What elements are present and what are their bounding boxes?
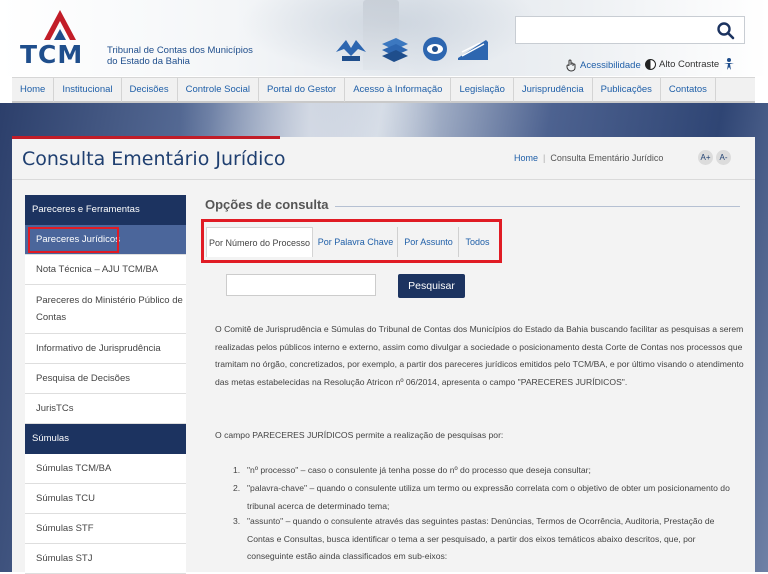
breadcrumb-current: Consulta Ementário Jurídico	[550, 153, 664, 163]
accessibility-label: Acessibilidade	[580, 60, 641, 71]
eye-seal-icon[interactable]	[418, 34, 452, 64]
contrast-icon	[645, 59, 656, 70]
selection-highlight-box	[28, 227, 119, 253]
title-accent-bar	[12, 136, 280, 139]
accessibility-link[interactable]: Acessibilidade	[565, 59, 641, 72]
options-title: Opções de consulta	[205, 197, 329, 212]
sidebar-item-pesquisa-decisoes[interactable]: Pesquisa de Decisões	[25, 364, 186, 394]
options-divider	[335, 206, 740, 207]
process-number-input[interactable]	[226, 274, 376, 296]
accessibility-person-icon[interactable]	[722, 57, 736, 71]
tcm-logo-icon[interactable]	[40, 4, 80, 42]
search-icon[interactable]	[716, 21, 736, 41]
sidebar-item-sumulas-stf[interactable]: Súmulas STF	[25, 514, 186, 544]
search-button[interactable]: Pesquisar	[398, 274, 465, 298]
sidebar-item-sumulas-tcm-ba[interactable]: Súmulas TCM/BA	[25, 454, 186, 484]
breadcrumb-separator: |	[543, 153, 546, 163]
nav-item-portal-do-gestor[interactable]: Portal do Gestor	[259, 78, 346, 102]
high-contrast-toggle[interactable]: Alto Contraste	[645, 59, 719, 70]
search-options-intro: O campo PARECERES JURÍDICOS permite a re…	[215, 430, 504, 440]
hand-pointer-icon	[566, 59, 576, 72]
site-header: TCM Tribunal de Contas dos Municípios do…	[0, 0, 768, 76]
sidebar-item-juristcs[interactable]: JurisTCs	[25, 394, 186, 424]
logo-subtitle-line2: do Estado da Bahia	[107, 56, 190, 67]
main-navigation: Home Institucional Decisões Controle Soc…	[12, 77, 755, 103]
sidebar-item-informativo-jurisprudencia[interactable]: Informativo de Jurisprudência	[25, 334, 186, 364]
font-increase-button[interactable]: A+	[698, 150, 713, 165]
sidebar-item-nota-tecnica[interactable]: Nota Técnica – AJU TCM/BA	[25, 255, 186, 285]
nav-item-contatos[interactable]: Contatos	[661, 78, 716, 102]
sidebar-section-sumulas[interactable]: Súmulas	[25, 424, 186, 454]
nav-item-publicacoes[interactable]: Publicações	[593, 78, 661, 102]
nav-item-decisoes[interactable]: Decisões	[122, 78, 178, 102]
logo-tcm-text[interactable]: TCM	[20, 40, 83, 69]
nav-item-legislacao[interactable]: Legislação	[451, 78, 514, 102]
page-title: Consulta Ementário Jurídico	[22, 148, 286, 170]
title-divider	[12, 179, 755, 180]
book-stack-icon[interactable]	[378, 34, 412, 64]
nav-item-jurisprudencia[interactable]: Jurisprudência	[514, 78, 593, 102]
logo-subtitle-line1: Tribunal de Contas dos Municípios	[107, 45, 253, 56]
sidebar-section-pareceres-ferramentas[interactable]: Pareceres e Ferramentas	[25, 195, 186, 225]
sidebar: Pareceres e Ferramentas Pareceres Jurídi…	[25, 195, 186, 574]
nav-item-home[interactable]: Home	[12, 78, 55, 102]
high-contrast-label: Alto Contraste	[659, 59, 720, 70]
sidebar-item-pareceres-ministerio-publico[interactable]: Pareceres do Ministério Público de Conta…	[25, 285, 186, 334]
list-item-number: 2.	[233, 483, 241, 493]
site-search-box[interactable]	[515, 16, 745, 44]
intro-paragraph: O Comitê de Jurisprudência e Súmulas do …	[215, 324, 744, 387]
tcm-eagle-icon[interactable]	[334, 34, 368, 64]
nav-item-controle-social[interactable]: Controle Social	[178, 78, 260, 102]
nav-item-acesso-a-informacao[interactable]: Acesso à Informação	[345, 78, 452, 102]
nav-item-institucional[interactable]: Institucional	[54, 78, 122, 102]
breadcrumb-home-link[interactable]: Home	[514, 153, 538, 163]
list-item-text: "palavra-chave" – quando o consulente ut…	[247, 483, 730, 511]
sidebar-item-pareceres-juridicos[interactable]: Pareceres Jurídicos	[25, 225, 186, 255]
list-item-number: 1.	[233, 465, 241, 475]
building-icon[interactable]	[456, 34, 490, 64]
font-decrease-button[interactable]: A-	[716, 150, 731, 165]
list-item-text: "assunto" – quando o consulente através …	[247, 516, 715, 561]
breadcrumb: Home | Consulta Ementário Jurídico	[514, 153, 663, 163]
list-item-text: "nº processo" – caso o consulente já ten…	[247, 465, 591, 475]
list-item-number: 3.	[233, 516, 241, 526]
sidebar-item-sumulas-stj[interactable]: Súmulas STJ	[25, 544, 186, 574]
tabs-highlight-box	[201, 219, 502, 263]
sidebar-item-sumulas-tcu[interactable]: Súmulas TCU	[25, 484, 186, 514]
